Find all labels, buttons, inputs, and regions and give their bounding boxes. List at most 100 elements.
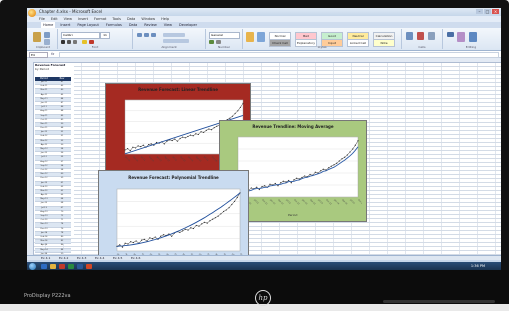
cell-rev: 41 [60,81,64,83]
font-color-icon[interactable] [89,40,94,44]
cell-rev: 47 [60,101,64,104]
data-point [212,218,214,220]
data-point [231,203,233,206]
cell-rev: 72 [60,215,64,217]
cell-rev: 46 [60,106,64,109]
format-as-table-icon[interactable] [257,32,265,42]
media-player-icon[interactable] [59,263,65,269]
monitor-buttons[interactable] [383,300,495,303]
cell-rev: 45 [60,114,64,117]
percent-icon[interactable] [216,40,221,44]
data-point [127,243,129,245]
x-tick-label: Jul-11 [253,199,260,206]
cell-rev: 74 [60,223,64,226]
data-point [301,176,303,179]
align-right-icon[interactable] [151,33,156,37]
internet-explorer-icon[interactable] [41,263,47,269]
data-point [184,228,186,230]
screen: Chapter 4.xlsx - Microsoft Excel – □ × F… [27,8,501,270]
cell-rev: 71 [60,219,64,222]
group-label-alignment: Alignment [161,45,177,49]
cell-period: Feb-13 [40,185,48,188]
cell-rev: 48 [60,127,64,130]
excel-taskbar-icon[interactable] [68,263,74,269]
data-point [135,240,137,242]
font-name-select[interactable]: Calibri [61,32,100,39]
cell-rev: 64 [60,198,64,201]
underline-icon[interactable] [73,40,77,44]
data-point [229,117,231,119]
group-label-editing: Editing [465,45,477,49]
font-size-select[interactable]: 11 [100,32,110,39]
align-center-icon[interactable] [144,33,149,37]
cell-rev: 44 [60,97,64,100]
cell-rev: 59 [60,177,64,180]
x-tick-label: Jan-12 [155,156,162,163]
currency-icon[interactable] [209,40,214,44]
x-tick-label: Jan-12 [269,199,276,206]
cell-period: Dec-11 [40,127,48,130]
data-point [150,143,152,145]
fill-color-icon[interactable] [82,40,87,44]
insert-cells-icon[interactable] [406,32,413,40]
format-cells-icon[interactable] [428,32,435,40]
data-point [214,217,216,219]
data-point [179,231,181,233]
data-point [143,238,145,240]
title-bar: Chapter 4.xlsx - Microsoft Excel – □ × [27,8,501,16]
data-point [129,150,131,152]
cell-period: Jun-11 [40,101,48,104]
data-point [357,140,359,142]
close-button[interactable]: × [492,9,499,14]
cell-period: May-13 [40,198,48,201]
data-point [237,110,239,112]
bold-icon[interactable] [61,40,65,44]
cell-rev: 43 [60,85,64,88]
merge-center-button[interactable] [163,39,189,43]
x-tick-label: Oct-12 [293,199,300,206]
maximize-button[interactable]: □ [484,9,491,14]
cell-rev: 62 [60,189,64,192]
italic-icon[interactable] [67,40,71,44]
paste-icon[interactable] [33,32,41,42]
cell-rev: 60 [60,173,64,176]
cell-period: Mar-14 [40,240,48,243]
cell-period: Jan-11 [40,81,48,83]
cut-icon[interactable] [44,32,50,38]
data-point [195,133,197,135]
cell-rev: 54 [60,148,64,150]
data-point [293,179,295,181]
data-point [127,148,129,150]
cell-rev: 45 [60,93,64,96]
find-select-icon[interactable] [469,32,477,42]
data-point [261,185,263,188]
sort-filter-icon[interactable] [457,32,465,42]
conditional-formatting-icon[interactable] [246,32,254,42]
x-tick-label: Oct-13 [325,199,332,206]
fx-icon[interactable]: fx [51,51,54,57]
word-taskbar-icon[interactable] [77,263,83,269]
delete-cells-icon[interactable] [417,32,424,40]
minimize-button[interactable]: – [476,9,483,14]
align-left-icon[interactable] [137,33,142,37]
clock[interactable]: 1:36 PM [471,262,485,270]
chart-title: Revenue Forecast: Polynomial Trendline [128,175,219,180]
cell-rev: 52 [60,131,64,134]
cell-period: Feb-11 [40,85,48,88]
start-button[interactable] [29,262,36,270]
office-button[interactable] [28,9,36,17]
powerpoint-taskbar-icon[interactable] [86,263,92,269]
autosum-icon[interactable] [447,32,454,37]
x-tick-label: Jul-12 [285,199,292,206]
wrap-text-button[interactable] [163,33,185,37]
data-point [162,234,165,236]
cell-period: Aug-11 [40,110,48,113]
worksheet-grid[interactable]: Revenue Forecast by Period Period Rev Ja… [27,58,501,270]
window-title: Chapter 4.xlsx - Microsoft Excel [39,9,103,14]
data-point [216,125,218,127]
cell-rev: 57 [60,160,64,163]
number-format-select[interactable]: General [209,32,240,39]
data-point [124,149,126,151]
file-explorer-icon[interactable] [50,263,56,269]
cell-rev: 54 [60,164,64,167]
